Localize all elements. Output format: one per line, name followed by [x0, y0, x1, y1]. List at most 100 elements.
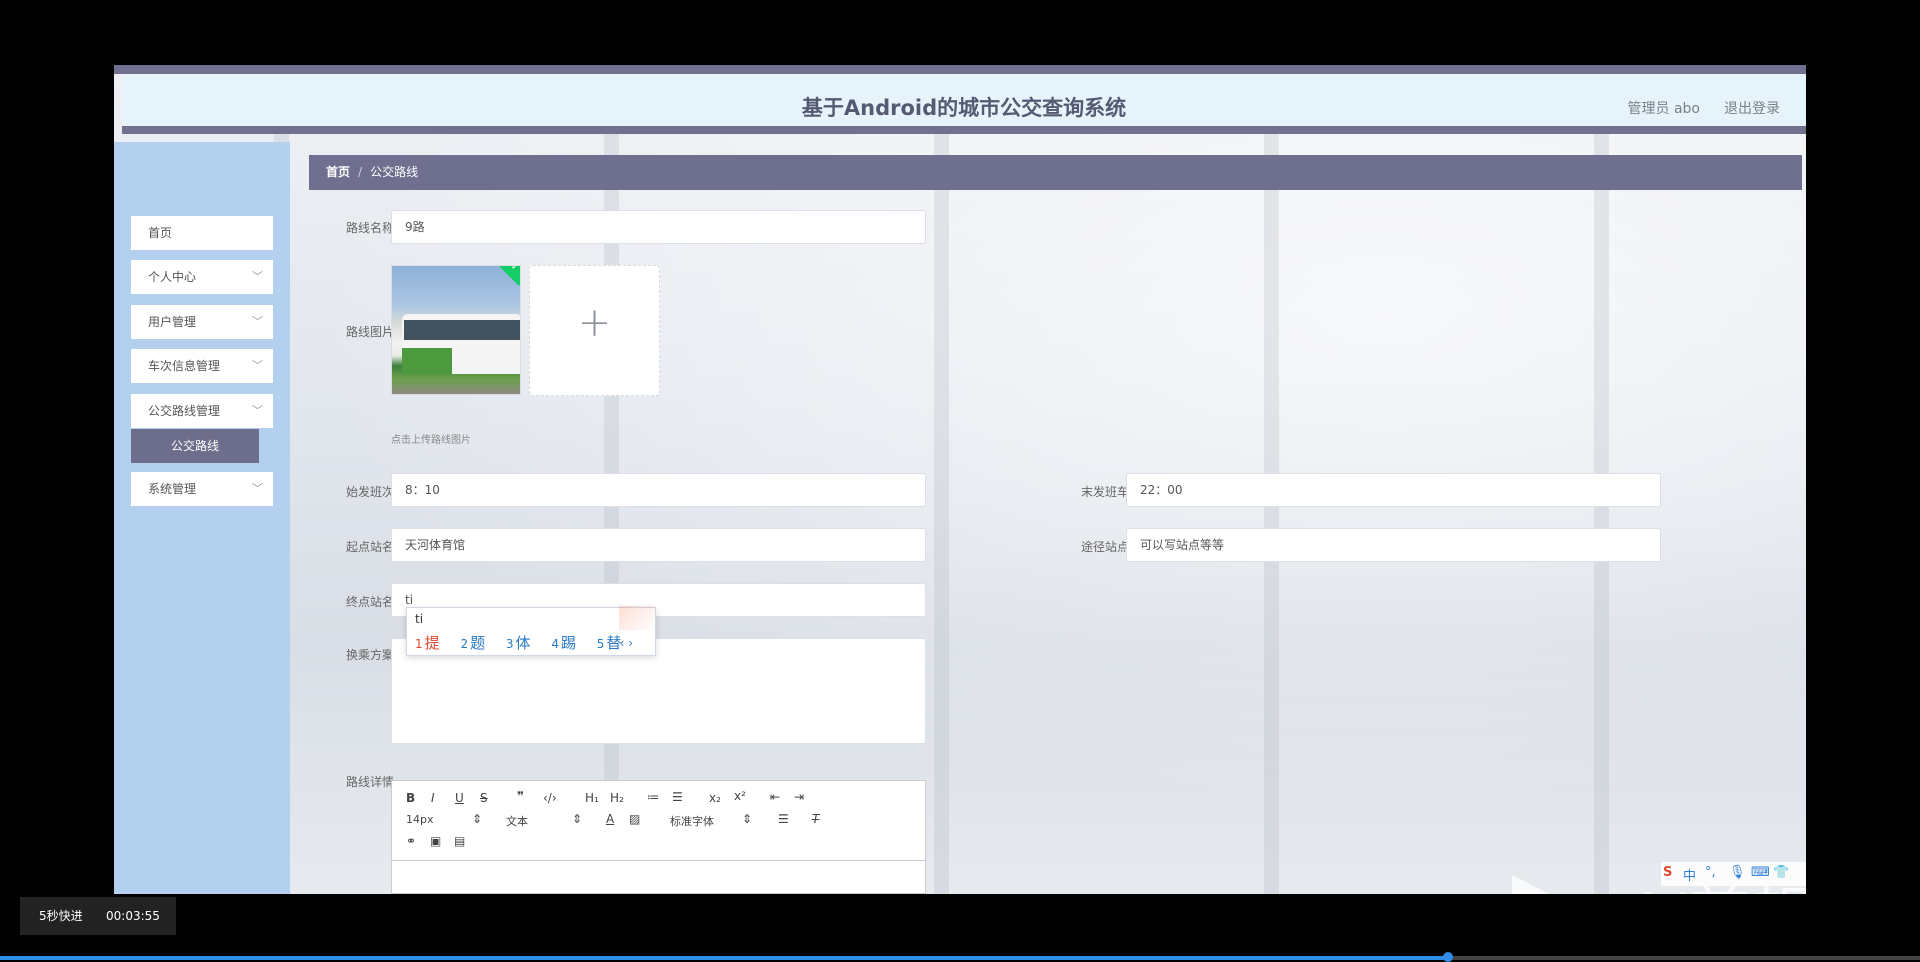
check-icon: ✓ — [496, 266, 520, 286]
ordered-list-icon[interactable]: ≔ — [647, 790, 659, 804]
breadcrumb-home[interactable]: 首页 — [326, 165, 350, 179]
breadcrumb-current: 公交路线 — [370, 165, 419, 179]
blockquote-icon[interactable]: ❞ — [517, 789, 524, 803]
shirt-icon[interactable]: 👕 — [1773, 865, 1789, 880]
start-station-label: 起点站名 — [345, 540, 394, 554]
paragraph-select[interactable]: 文本 — [506, 813, 528, 829]
indent-icon[interactable]: ⇥ — [794, 790, 804, 804]
video-icon[interactable]: ▤ — [454, 834, 465, 848]
route-name-input[interactable]: 9路 — [391, 210, 926, 244]
superscript-icon[interactable]: x² — [734, 789, 746, 803]
route-image-thumbnail[interactable]: ✓ — [391, 265, 521, 395]
keyboard-icon[interactable]: ⌨ — [1751, 865, 1770, 880]
sidebar-item-label: 个人中心 — [148, 270, 197, 284]
screen: 基于Android的城市公交查询系统 管理员 abo 退出登录 首页 个人中心 ﹀… — [0, 0, 1920, 962]
fast-forward-label[interactable]: 5秒快进 — [39, 897, 83, 935]
sidebar-item-personal-center[interactable]: 个人中心 ﹀ — [131, 260, 273, 294]
app-window: 基于Android的城市公交查询系统 管理员 abo 退出登录 首页 个人中心 ﹀… — [114, 65, 1806, 894]
chevron-down-icon: ﹀ — [252, 404, 263, 417]
sidebar-item-home[interactable]: 首页 — [131, 216, 273, 250]
sidebar-item-label: 车次信息管理 — [148, 359, 221, 373]
ime-logo-icon — [619, 606, 655, 630]
app-title: 基于Android的城市公交查询系统 — [801, 96, 1127, 120]
progress-knob[interactable] — [1442, 952, 1453, 962]
last-bus-input[interactable]: 22：00 — [1126, 473, 1661, 507]
sidebar-item-label: 首页 — [148, 226, 173, 240]
background-color-icon[interactable]: ▨ — [629, 812, 640, 826]
sidebar-item-label: 系统管理 — [148, 482, 197, 496]
heading-2-icon[interactable]: H₂ — [610, 791, 624, 805]
transfer-label: 换乘方案 — [345, 648, 394, 662]
sogou-logo-icon: S — [1663, 865, 1673, 880]
header-bar: 基于Android的城市公交查询系统 管理员 abo 退出登录 — [122, 74, 1806, 134]
ime-composition: ti — [415, 612, 424, 626]
code-icon[interactable]: ‹/› — [543, 791, 557, 805]
ime-lang-toggle[interactable]: 中 — [1683, 865, 1696, 884]
align-icon[interactable]: ☰ — [778, 812, 789, 826]
player-info: 5秒快进 00:03:55 — [20, 897, 176, 935]
sidebar-item-label: 公交路线管理 — [148, 404, 221, 418]
subscript-icon[interactable]: x₂ — [709, 791, 721, 805]
logout-link[interactable]: 退出登录 — [1724, 98, 1780, 118]
user-name: 管理员 abo — [1627, 101, 1700, 117]
bold-icon[interactable]: B — [406, 791, 415, 805]
outdent-icon[interactable]: ⇤ — [770, 790, 780, 804]
upload-hint: 点击上传路线图片 — [391, 435, 471, 446]
progress-fill — [0, 956, 1448, 960]
image-upload-button[interactable]: + — [529, 265, 660, 396]
progress-bar[interactable] — [0, 952, 1920, 962]
first-bus-input[interactable]: 8：10 — [391, 473, 926, 507]
bullet-list-icon[interactable]: ☰ — [672, 790, 683, 804]
ime-candidates: 1提 2题 3体 4踢 5替 — [415, 632, 637, 653]
clear-format-icon[interactable]: T̶ — [812, 812, 819, 826]
chevron-down-icon: ﹀ — [252, 359, 263, 372]
sidebar-item-trip-management[interactable]: 车次信息管理 ﹀ — [131, 349, 273, 383]
heading-1-icon[interactable]: H₁ — [585, 791, 599, 805]
font-family-select[interactable]: 标准字体 — [670, 813, 714, 829]
ime-candidate[interactable]: 3体 — [506, 634, 539, 652]
microphone-icon[interactable]: 🎙 — [1729, 865, 1746, 880]
end-station-label: 终点站名 — [345, 595, 394, 609]
chevron-down-icon: ﹀ — [252, 270, 263, 283]
ime-candidate[interactable]: 2题 — [460, 634, 493, 652]
via-stations-label: 途径站点 — [1080, 540, 1129, 554]
chevron-updown-icon: ⇕ — [472, 812, 483, 826]
details-label: 路线详情 — [345, 775, 394, 789]
ime-candidate[interactable]: 4踢 — [551, 634, 584, 652]
chevron-updown-icon: ⇕ — [742, 812, 753, 826]
route-image-label: 路线图片 — [345, 325, 394, 339]
chevron-down-icon: ﹀ — [252, 482, 263, 495]
ime-candidate[interactable]: 1提 — [415, 634, 448, 652]
sidebar-item-label: 用户管理 — [148, 315, 197, 329]
link-icon[interactable]: ⚭ — [406, 834, 416, 848]
strike-icon[interactable]: S — [480, 791, 488, 805]
breadcrumb-separator: / — [358, 165, 363, 179]
last-bus-label: 末发班车 — [1080, 485, 1129, 499]
start-station-input[interactable]: 天河体育馆 — [391, 528, 926, 562]
route-name-label: 路线名称 — [345, 221, 394, 235]
sidebar-item-route-management[interactable]: 公交路线管理 ﹀ — [131, 394, 273, 428]
chevron-down-icon: ﹀ — [252, 315, 263, 328]
underline-icon[interactable]: U — [455, 791, 464, 805]
sidebar-item-system-management[interactable]: 系统管理 ﹀ — [131, 472, 273, 506]
ime-punct-toggle[interactable]: °, — [1705, 865, 1716, 880]
sidebar-subitem-bus-routes[interactable]: 公交路线 — [131, 429, 259, 463]
ime-page-nav[interactable]: ‹ › — [620, 636, 633, 650]
plus-icon: + — [577, 300, 612, 346]
via-stations-input[interactable]: 可以写站点等等 — [1126, 528, 1661, 562]
ime-status-bar: S 中 °, 🎙 ⌨ 👕 — [1661, 862, 1806, 886]
play-icon — [1512, 875, 1574, 894]
image-icon[interactable]: ▣ — [430, 834, 441, 848]
italic-icon[interactable]: I — [431, 791, 435, 805]
font-size-select[interactable]: 14px — [406, 813, 434, 826]
breadcrumb: 首页 / 公交路线 — [309, 155, 1802, 190]
font-color-icon[interactable]: A — [606, 812, 614, 826]
sidebar: 首页 个人中心 ﹀ 用户管理 ﹀ 车次信息管理 ﹀ 公交路线管理 ﹀ 公交路线 系统管理… — [114, 142, 290, 894]
ime-candidate-popup: ti 1提 2题 3体 4踢 5替 ‹ › — [406, 606, 656, 656]
editor-toolbar: B I U S ❞ ‹/› H₁ H₂ ≔ ☰ x₂ x² ⇤ ⇥ 14px ⇕… — [392, 781, 925, 861]
playback-time: 00:03:55 — [106, 909, 160, 923]
sidebar-item-user-management[interactable]: 用户管理 ﹀ — [131, 305, 273, 339]
top-strip — [114, 65, 1806, 74]
first-bus-label: 始发班次 — [345, 485, 394, 499]
rich-text-editor: B I U S ❞ ‹/› H₁ H₂ ≔ ☰ x₂ x² ⇤ ⇥ 14px ⇕… — [391, 780, 926, 894]
